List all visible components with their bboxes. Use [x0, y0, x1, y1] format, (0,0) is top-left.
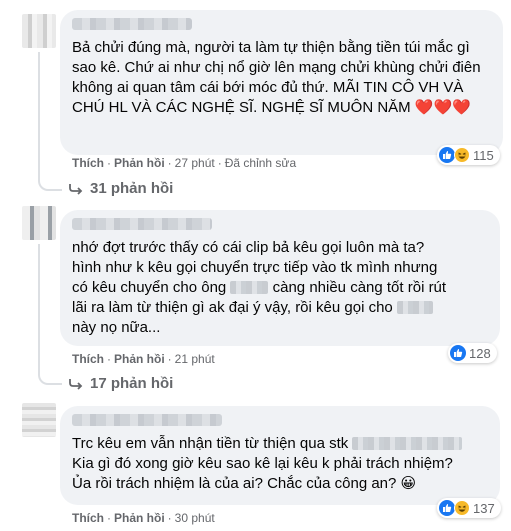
edited-label: Đã chỉnh sửa	[224, 156, 297, 170]
comment-actions: Thích · Phản hồi · 30 phút	[72, 511, 215, 525]
reply-arrow-icon	[69, 378, 83, 390]
timestamp[interactable]: 27 phút	[175, 156, 215, 170]
reaction-count: 115	[473, 147, 494, 163]
redacted-account-number	[352, 437, 463, 450]
heart-emoji: ❤️❤️❤️	[414, 99, 471, 116]
reply-arrow-icon	[69, 183, 83, 195]
like-reaction-icon	[439, 147, 455, 163]
reply-button[interactable]: Phản hồi	[114, 156, 165, 170]
like-button[interactable]: Thích	[72, 352, 104, 366]
grinning-emoji: 😀	[400, 475, 417, 492]
redacted-name	[396, 301, 433, 314]
comment-actions: Thích · Phản hồi · 21 phút	[72, 352, 215, 366]
comment-bubble: Trc kêu em vẫn nhận tiền từ thiện qua st…	[60, 406, 500, 505]
reaction-count: 137	[473, 500, 495, 516]
reply-connector	[38, 175, 62, 191]
comment-bubble: nhớ đợt trước thấy có cái clip bả kêu gọ…	[60, 210, 500, 346]
view-replies-link[interactable]: 17 phản hồi	[68, 375, 173, 392]
like-reaction-icon	[450, 345, 466, 361]
reaction-summary[interactable]: 115	[437, 145, 500, 165]
avatar[interactable]	[22, 206, 56, 240]
thread-line	[38, 244, 40, 370]
reply-button[interactable]: Phản hồi	[114, 352, 165, 366]
like-button[interactable]: Thích	[72, 156, 104, 170]
reaction-count: 128	[469, 345, 491, 361]
avatar[interactable]	[22, 14, 56, 48]
avatar[interactable]	[22, 403, 56, 437]
comment-bubble: Bả chửi đúng mà, người ta làm tự thiện b…	[60, 10, 503, 155]
timestamp[interactable]: 30 phút	[175, 511, 215, 525]
redacted-name	[230, 281, 269, 294]
reply-connector	[38, 369, 62, 385]
commenter-name-redacted[interactable]	[72, 218, 212, 230]
thread-line	[38, 52, 40, 176]
like-button[interactable]: Thích	[72, 511, 104, 525]
reaction-summary[interactable]: 128	[448, 343, 497, 363]
timestamp[interactable]: 21 phút	[175, 352, 215, 366]
comment-text: nhớ đợt trước thấy có cái clip bả kêu gọ…	[72, 239, 447, 336]
haha-reaction-icon	[454, 147, 470, 163]
reply-button[interactable]: Phản hồi	[114, 511, 165, 525]
reaction-summary[interactable]: 137	[437, 498, 501, 518]
haha-reaction-icon	[454, 500, 470, 516]
comment-text: Bả chửi đúng mà, người ta làm tự thiện b…	[72, 39, 481, 116]
commenter-name-redacted[interactable]	[72, 18, 192, 30]
like-reaction-icon	[439, 500, 455, 516]
view-replies-link[interactable]: 31 phản hồi	[68, 180, 173, 197]
comment-text: Trc kêu em vẫn nhận tiền từ thiện qua st…	[72, 434, 488, 494]
comment-actions: Thích · Phản hồi · 27 phút · Đã chỉnh sửa	[72, 156, 297, 170]
commenter-name-redacted[interactable]	[72, 414, 222, 426]
